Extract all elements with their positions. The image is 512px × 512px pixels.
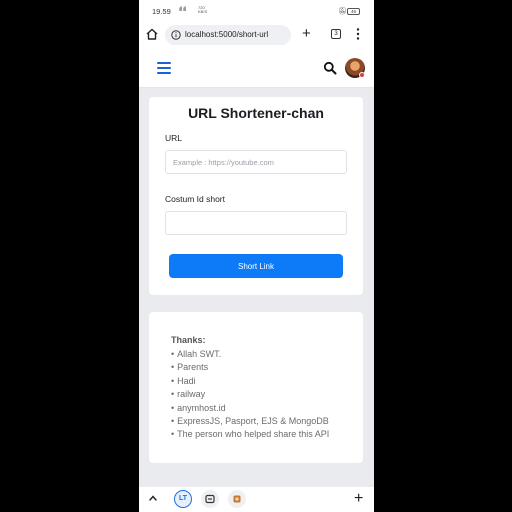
tab-glyph: LT — [178, 495, 188, 502]
thanks-list: Allah SWT. Parents Hadi railway anymhost… — [171, 348, 329, 442]
shortener-form-card: URL Shortener-chan URL Costum Id short S… — [149, 97, 363, 295]
list-item: anymhost.id — [171, 402, 329, 415]
more-options-icon[interactable] — [355, 27, 361, 41]
phone-screen: 19.59 ıll ıll 720 KB/S 🔕︎ 46 localhost:5… — [139, 0, 374, 512]
home-icon[interactable] — [145, 27, 159, 41]
tab-thumbnail-active[interactable]: LT — [174, 490, 192, 508]
add-tab-icon[interactable]: + — [354, 488, 363, 510]
network-speed: 720 KB/S — [198, 6, 207, 14]
status-time: 19.59 — [152, 7, 171, 16]
url-text: localhost:5000/short-url — [185, 30, 269, 39]
list-item: Hadi — [171, 375, 329, 388]
custom-id-input[interactable] — [165, 211, 347, 235]
status-bar: 19.59 ıll ıll 720 KB/S 🔕︎ 46 — [139, 0, 374, 22]
url-input[interactable] — [165, 150, 347, 174]
url-label: URL — [165, 133, 183, 143]
tab-favicon-icon — [233, 495, 241, 503]
thanks-card: Thanks: Allah SWT. Parents Hadi railway … — [149, 312, 363, 463]
list-item: ExpressJS, Pasport, EJS & MongoDB — [171, 415, 329, 428]
info-icon[interactable] — [171, 30, 181, 40]
tab-thumbnail[interactable] — [228, 490, 246, 508]
tab-switcher-button[interactable]: 3 — [331, 29, 341, 39]
list-item: The person who helped share this API — [171, 428, 329, 441]
tab-favicon-icon — [205, 494, 215, 504]
list-item: railway — [171, 388, 329, 401]
tab-thumbnail[interactable] — [201, 490, 219, 508]
chevron-up-icon[interactable] — [148, 493, 158, 503]
new-tab-icon[interactable]: + — [302, 25, 311, 43]
mute-icon: 🔕︎ — [338, 8, 347, 15]
thanks-title: Thanks: — [171, 335, 206, 345]
app-header — [139, 48, 374, 88]
page-title: URL Shortener-chan — [188, 105, 324, 121]
menu-icon[interactable] — [157, 62, 171, 74]
signal-icon: ıll ıll — [179, 7, 186, 13]
address-bar[interactable]: localhost:5000/short-url — [165, 25, 291, 45]
bottom-nav: LT + — [139, 487, 374, 512]
network-speed-unit: KB/S — [198, 9, 208, 14]
notification-dot — [359, 72, 365, 78]
short-link-button[interactable]: Short Link — [169, 254, 343, 278]
list-item: Parents — [171, 361, 329, 374]
search-icon[interactable] — [323, 61, 337, 75]
battery-icon: 46 — [347, 8, 360, 15]
custom-id-label: Costum Id short — [165, 194, 225, 204]
browser-toolbar: localhost:5000/short-url + 3 — [139, 22, 374, 48]
list-item: Allah SWT. — [171, 348, 329, 361]
